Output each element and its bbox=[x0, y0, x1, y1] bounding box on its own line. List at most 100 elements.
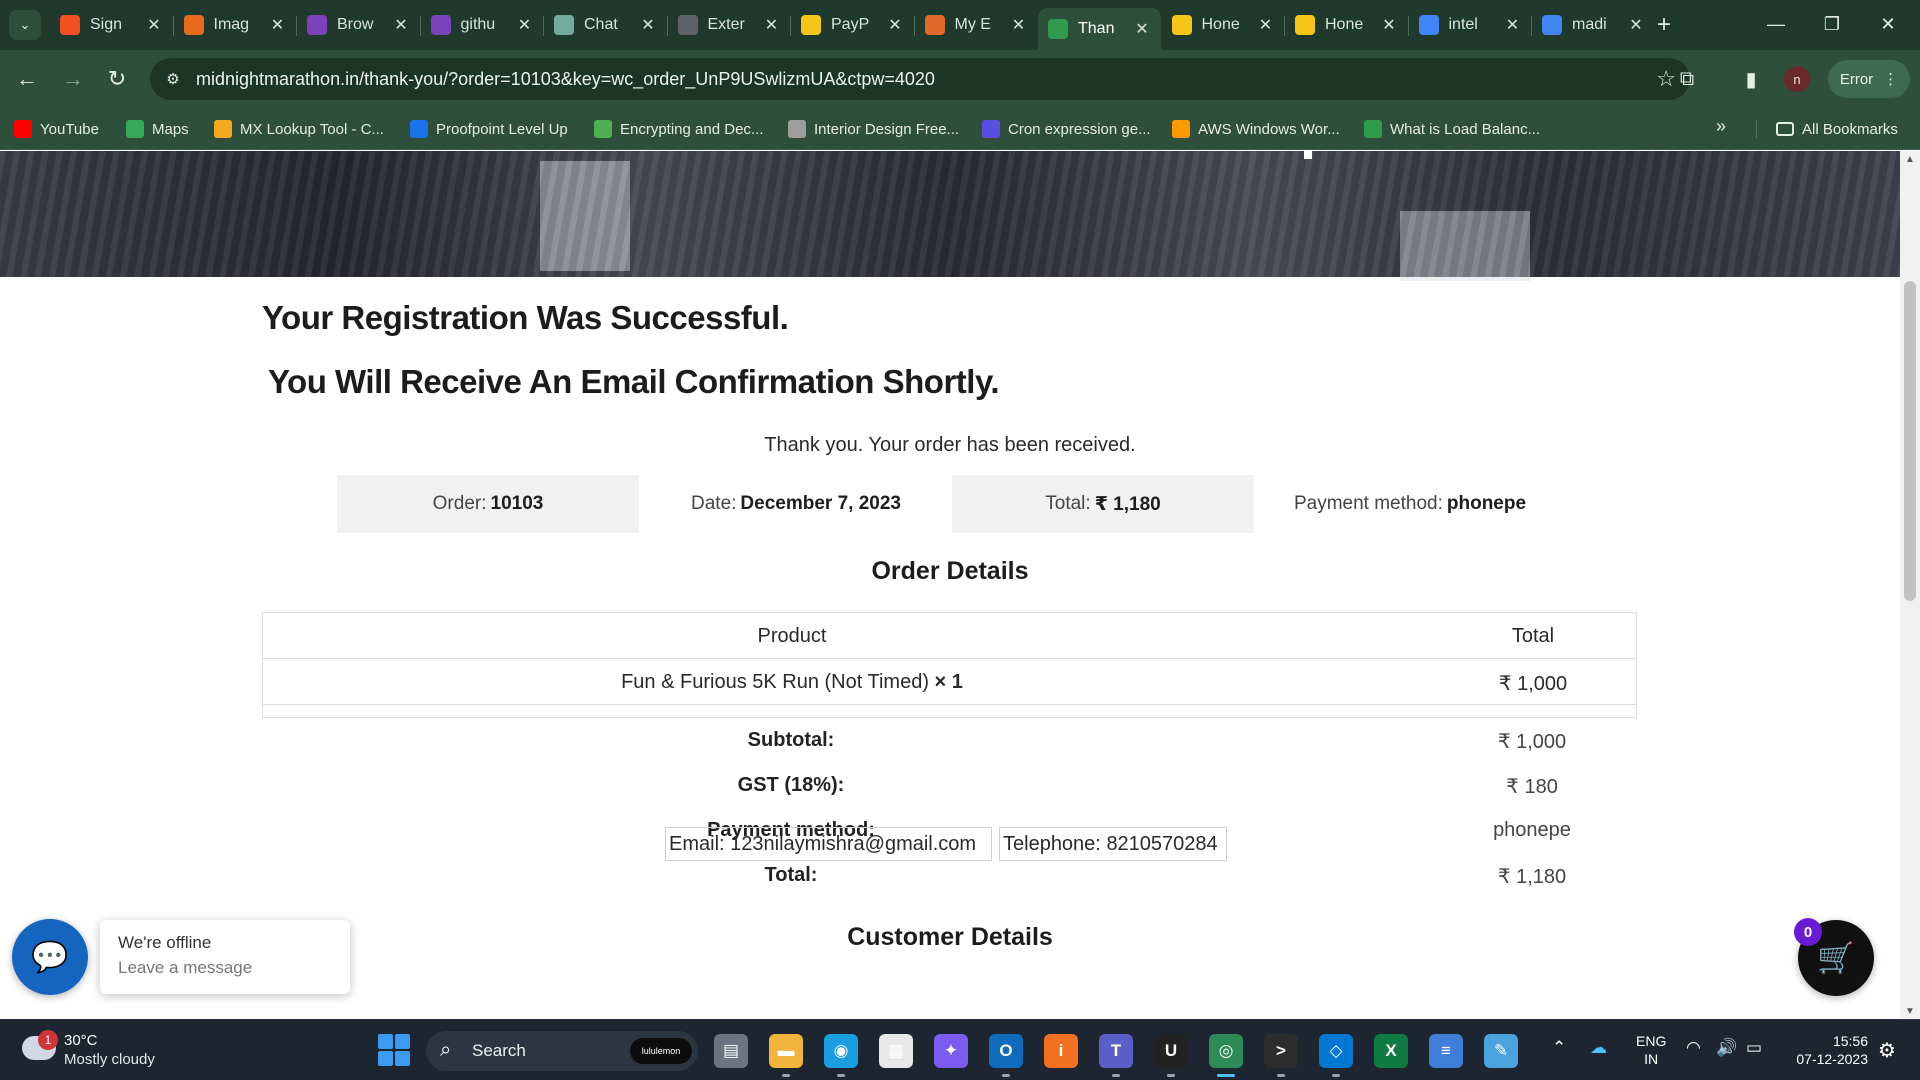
bookmark-item[interactable]: YouTube bbox=[14, 118, 99, 140]
forward-button[interactable]: → bbox=[56, 62, 90, 96]
tab-separator bbox=[1284, 16, 1285, 36]
browser-tab[interactable]: Hone ✕ bbox=[1285, 8, 1408, 42]
notifications-icon[interactable]: ⚙ bbox=[1878, 1038, 1896, 1063]
bookmark-item[interactable]: Cron expression ge... bbox=[982, 118, 1151, 140]
scrollbar-thumb[interactable] bbox=[1904, 281, 1916, 601]
running-indicator bbox=[782, 1074, 790, 1077]
bookmark-item[interactable]: Proofpoint Level Up bbox=[410, 118, 568, 140]
browser-tab[interactable]: madi ✕ bbox=[1532, 8, 1655, 42]
reload-button[interactable]: ↻ bbox=[100, 62, 134, 96]
paint-icon[interactable]: ✎ bbox=[1484, 1034, 1518, 1068]
product-name[interactable]: Fun & Furious 5K Run (Not Timed) bbox=[621, 671, 929, 693]
profile-avatar[interactable]: n bbox=[1784, 66, 1810, 92]
browser-tab[interactable]: Exter ✕ bbox=[668, 8, 791, 42]
browser-tab[interactable]: Chat ✕ bbox=[544, 8, 667, 42]
folder-icon[interactable]: ▬ bbox=[769, 1034, 803, 1068]
vscode-icon[interactable]: ◇ bbox=[1319, 1034, 1353, 1068]
outlook-icon[interactable]: O bbox=[989, 1034, 1023, 1068]
customer-email: 123nilaymishra@gmail.com bbox=[730, 833, 977, 855]
close-tab-icon[interactable]: ✕ bbox=[763, 15, 781, 35]
browser-tab[interactable]: Brow ✕ bbox=[297, 8, 420, 42]
wifi-icon[interactable]: ◠ bbox=[1686, 1038, 1701, 1058]
close-window-button[interactable]: ✕ bbox=[1860, 6, 1916, 42]
close-tab-icon[interactable]: ✕ bbox=[1257, 15, 1275, 35]
onedrive-icon[interactable]: ☁ bbox=[1590, 1038, 1607, 1058]
browser-tab[interactable]: Imag ✕ bbox=[174, 8, 297, 42]
browser-tab[interactable]: Sign ✕ bbox=[50, 8, 173, 42]
bookmark-label: Interior Design Free... bbox=[814, 120, 960, 138]
edge-icon[interactable]: ◉ bbox=[824, 1034, 858, 1068]
minimize-button[interactable]: — bbox=[1748, 6, 1804, 42]
bookmark-item[interactable]: AWS Windows Wor... bbox=[1172, 118, 1340, 140]
copilot-icon[interactable]: ✦ bbox=[934, 1034, 968, 1068]
folder-icon bbox=[1776, 122, 1794, 136]
chat-status: We're offline bbox=[118, 933, 212, 952]
menu-kebab-icon[interactable]: ⋮ bbox=[1883, 70, 1898, 88]
excel-icon[interactable]: X bbox=[1374, 1034, 1408, 1068]
search-label: Search bbox=[472, 1041, 526, 1060]
new-tab-button[interactable]: + bbox=[1650, 10, 1678, 40]
url-text[interactable]: midnightmarathon.in/thank-you/?order=101… bbox=[196, 69, 935, 90]
close-tab-icon[interactable]: ✕ bbox=[516, 15, 534, 35]
taskbar-search[interactable]: ⌕ Search lululemon bbox=[426, 1031, 698, 1071]
uber-icon[interactable]: U bbox=[1154, 1034, 1188, 1068]
restore-button[interactable]: ❐ bbox=[1804, 6, 1860, 42]
close-tab-icon[interactable]: ✕ bbox=[1010, 15, 1028, 35]
chat-offline-card[interactable]: We're offline Leave a message bbox=[100, 920, 350, 994]
browser-tab[interactable]: Than ✕ bbox=[1038, 8, 1161, 50]
file-manager-icon[interactable]: ▤ bbox=[714, 1034, 748, 1068]
tab-separator bbox=[1531, 16, 1532, 36]
all-bookmarks-button[interactable]: All Bookmarks bbox=[1776, 118, 1898, 140]
address-bar[interactable]: ⚙ midnightmarathon.in/thank-you/?order=1… bbox=[150, 58, 1690, 100]
browser-tab[interactable]: My E ✕ bbox=[915, 8, 1038, 42]
terminal-icon[interactable]: > bbox=[1264, 1034, 1298, 1068]
page-scrollbar[interactable]: ▲ ▼ bbox=[1900, 151, 1920, 1019]
close-tab-icon[interactable]: ✕ bbox=[1627, 15, 1645, 35]
payment-method: phonepe bbox=[1446, 493, 1527, 514]
error-chip[interactable]: Error ⋮ bbox=[1828, 60, 1910, 98]
browser-tab[interactable]: intel ✕ bbox=[1409, 8, 1532, 42]
chrome-icon[interactable]: ◎ bbox=[1209, 1034, 1243, 1068]
order-date: December 7, 2023 bbox=[740, 493, 901, 514]
battery-icon[interactable]: ▭ bbox=[1746, 1038, 1762, 1058]
browser-toolbar: ← → ↻ ⚙ midnightmarathon.in/thank-you/?o… bbox=[0, 50, 1920, 108]
bookmark-item[interactable]: Maps bbox=[126, 118, 189, 140]
bookmark-item[interactable]: What is Load Balanc... bbox=[1364, 118, 1540, 140]
side-panel-icon[interactable]: ▮ bbox=[1736, 64, 1766, 94]
shield-icon bbox=[1364, 120, 1382, 138]
weather-widget[interactable]: 1 30°C Mostly cloudy bbox=[18, 1030, 168, 1072]
close-tab-icon[interactable]: ✕ bbox=[145, 15, 163, 35]
store-icon[interactable]: ▦ bbox=[879, 1034, 913, 1068]
close-tab-icon[interactable]: ✕ bbox=[1504, 15, 1522, 35]
close-tab-icon[interactable]: ✕ bbox=[1380, 15, 1398, 35]
close-tab-icon[interactable]: ✕ bbox=[886, 15, 904, 35]
system-clock[interactable]: 15:56 07-12-2023 bbox=[1788, 1032, 1868, 1068]
close-tab-icon[interactable]: ✕ bbox=[1133, 19, 1151, 39]
language-indicator[interactable]: ENG IN bbox=[1636, 1032, 1666, 1068]
bookmark-item[interactable]: Encrypting and Dec... bbox=[594, 118, 763, 140]
extensions-icon[interactable]: ⧉ bbox=[1672, 64, 1702, 94]
browser-tab[interactable]: githu ✕ bbox=[421, 8, 544, 42]
site-info-icon[interactable]: ⚙ bbox=[162, 68, 184, 90]
bookmarks-overflow-icon[interactable]: » bbox=[1716, 116, 1726, 137]
live-chat-button[interactable]: 💬 bbox=[12, 919, 88, 995]
avast-icon[interactable]: i bbox=[1044, 1034, 1078, 1068]
close-tab-icon[interactable]: ✕ bbox=[639, 15, 657, 35]
close-tab-icon[interactable]: ✕ bbox=[392, 15, 410, 35]
maps-icon bbox=[126, 120, 144, 138]
teams-icon[interactable]: T bbox=[1099, 1034, 1133, 1068]
back-button[interactable]: ← bbox=[10, 62, 44, 96]
tab-search-button[interactable]: ⌄ bbox=[9, 10, 41, 40]
tab-title: madi bbox=[1572, 16, 1607, 33]
scroll-up-icon[interactable]: ▲ bbox=[1900, 151, 1920, 167]
browser-tab[interactable]: Hone ✕ bbox=[1162, 8, 1285, 42]
volume-icon[interactable]: 🔊 bbox=[1716, 1038, 1737, 1058]
notepad-icon[interactable]: ≡ bbox=[1429, 1034, 1463, 1068]
start-button[interactable] bbox=[378, 1034, 410, 1066]
browser-tab[interactable]: PayP ✕ bbox=[791, 8, 914, 42]
close-tab-icon[interactable]: ✕ bbox=[269, 15, 287, 35]
show-hidden-icons[interactable]: ⌃ bbox=[1552, 1038, 1566, 1058]
scroll-down-icon[interactable]: ▼ bbox=[1900, 1003, 1920, 1019]
bookmark-item[interactable]: Interior Design Free... bbox=[788, 118, 959, 140]
bookmark-item[interactable]: MX Lookup Tool - C... bbox=[214, 118, 384, 140]
